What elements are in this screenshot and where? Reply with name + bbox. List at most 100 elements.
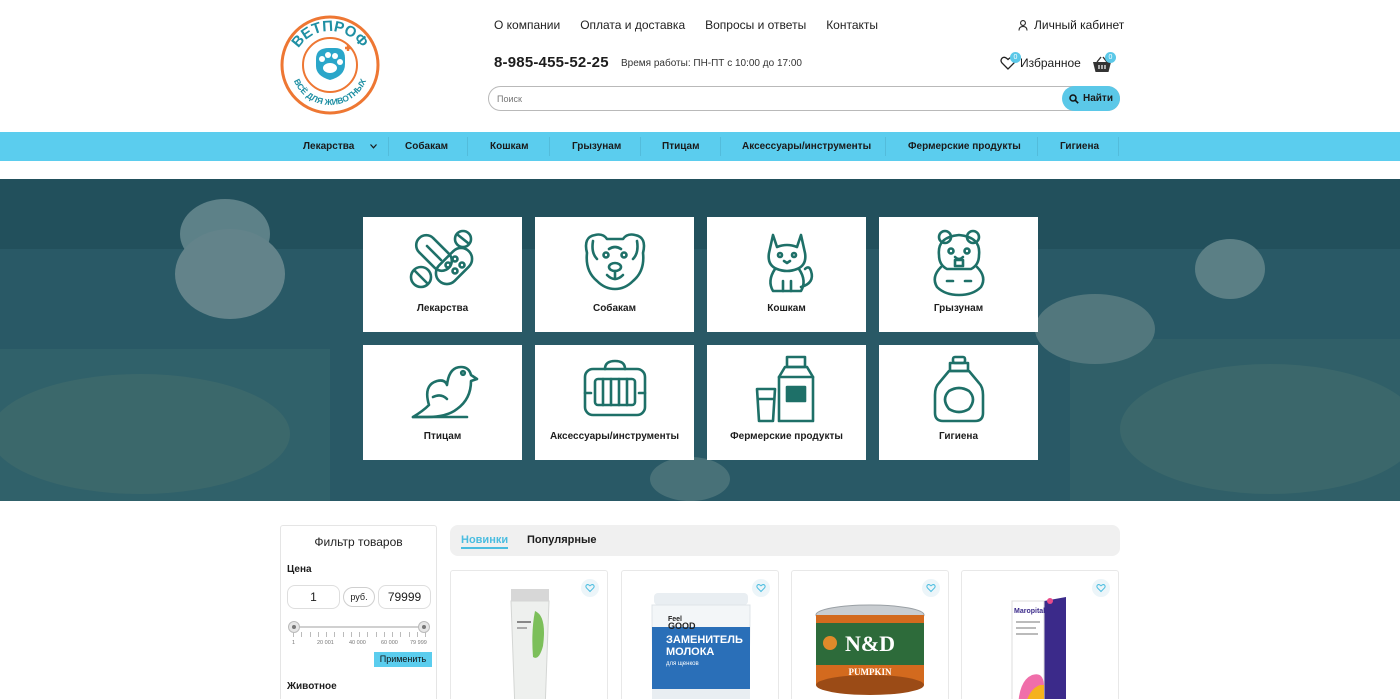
slider-tick <box>425 632 426 637</box>
add-to-favorites-button[interactable] <box>922 579 940 597</box>
cat-nav-farm-products[interactable]: Фермерские продукты <box>908 132 1021 161</box>
product-label-text: МОЛОКА <box>666 646 714 658</box>
slider-tick <box>383 632 385 637</box>
favorites-count-badge: 0 <box>1010 52 1021 63</box>
slider-tick <box>367 632 369 637</box>
nav-payment-delivery[interactable]: Оплата и доставка <box>580 18 685 32</box>
product-label-text: PUMPKIN <box>849 667 892 677</box>
tab-new[interactable]: Новинки <box>461 534 509 549</box>
category-tile-farm-products[interactable]: Фермерские продукты <box>707 345 866 460</box>
product-card[interactable]: N&D PUMPKIN <box>791 570 949 699</box>
cat-nav-medicines[interactable]: Лекарства <box>303 132 354 161</box>
price-slider-track[interactable] <box>293 626 425 628</box>
slider-tick <box>309 632 311 637</box>
bird-icon <box>411 365 479 419</box>
product-card[interactable]: Feel GOOD ЗАМЕНИТЕЛЬ МОЛОКА для щенков <box>621 570 779 699</box>
search-button-label: Найти <box>1083 93 1113 104</box>
category-tile-label: Собакам <box>592 303 637 314</box>
soap-bottle-icon <box>933 355 985 423</box>
animal-filter-label: Животное <box>287 681 337 692</box>
price-label: Цена <box>287 564 312 575</box>
category-tile-label: Лекарства <box>416 303 469 314</box>
product-card[interactable] <box>450 570 608 699</box>
search-button[interactable]: Найти <box>1062 86 1120 111</box>
heart-icon <box>585 584 595 593</box>
category-tile-dogs[interactable]: Собакам <box>535 217 694 332</box>
product-label-text: ЗАМЕНИТЕЛЬ <box>666 634 743 646</box>
chevron-down-icon[interactable] <box>370 144 377 149</box>
cat-nav-hygiene[interactable]: Гигиена <box>1060 132 1099 161</box>
price-scale-label: 79 999 <box>410 640 427 646</box>
slider-tick <box>375 632 377 637</box>
search-bar: Найти <box>488 86 1120 111</box>
nav-about[interactable]: О компании <box>494 18 560 32</box>
product-label-text: Maropital <box>1014 608 1045 615</box>
slider-tick <box>326 632 327 637</box>
category-tile-hygiene[interactable]: Гигиена <box>879 345 1038 460</box>
slider-tick <box>400 632 402 637</box>
product-filter-panel: Фильтр товаров Цена 1 руб. 79999 1 20 00… <box>280 525 437 699</box>
slider-tick <box>334 632 336 637</box>
category-tile-cats[interactable]: Кошкам <box>707 217 866 332</box>
nav-faq[interactable]: Вопросы и ответы <box>705 18 806 32</box>
add-to-favorites-button[interactable] <box>581 579 599 597</box>
account-link[interactable]: Личный кабинет <box>1018 18 1124 32</box>
slider-tick <box>392 632 393 637</box>
price-scale-labels: 1 20 001 40 000 60 000 79 999 <box>289 640 433 648</box>
slider-tick <box>301 632 303 637</box>
price-min-input[interactable]: 1 <box>287 585 340 609</box>
category-tile-accessories[interactable]: Аксессуары/инструменты <box>535 345 694 460</box>
category-tile-rodents[interactable]: Грызунам <box>879 217 1038 332</box>
category-tile-label: Птицам <box>423 431 462 442</box>
apply-filter-button[interactable]: Применить <box>374 652 432 667</box>
add-to-favorites-button[interactable] <box>1092 579 1110 597</box>
top-navigation: О компании Оплата и доставка Вопросы и о… <box>494 18 878 32</box>
category-tile-birds[interactable]: Птицам <box>363 345 522 460</box>
product-label-text: GOOD <box>668 621 696 631</box>
cart-count-badge: 0 <box>1105 52 1116 63</box>
category-tile-label: Кошкам <box>767 303 806 314</box>
pills-icon <box>409 229 474 289</box>
heart-icon <box>756 584 766 593</box>
category-tile-label: Гигиена <box>938 431 979 442</box>
tab-popular[interactable]: Популярные <box>527 534 597 546</box>
work-hours: Время работы: ПН-ПТ с 10:00 до 17:00 <box>621 58 802 69</box>
search-input[interactable] <box>497 91 1057 107</box>
user-icon <box>1018 19 1028 31</box>
slider-tick <box>359 632 360 637</box>
category-nav-bar: Лекарства Собакам Кошкам Грызунам Птицам… <box>0 132 1400 161</box>
cat-nav-cats[interactable]: Кошкам <box>490 132 529 161</box>
farm-animals-background <box>0 179 1400 501</box>
slider-tick <box>416 632 418 637</box>
slider-tick <box>342 632 344 637</box>
price-scale-label: 60 000 <box>381 640 398 646</box>
category-tile-label: Грызунам <box>933 303 984 314</box>
product-tabs: Новинки Популярные <box>450 525 1120 556</box>
slider-tick <box>293 632 294 637</box>
category-tile-medicines[interactable]: Лекарства <box>363 217 522 332</box>
milk-icon <box>755 355 815 423</box>
cat-nav-accessories[interactable]: Аксессуары/инструменты <box>742 132 871 161</box>
category-tile-label: Фермерские продукты <box>730 431 843 442</box>
slider-tick <box>350 632 352 637</box>
add-to-favorites-button[interactable] <box>752 579 770 597</box>
heart-icon <box>926 584 936 593</box>
cat-icon <box>767 233 814 293</box>
price-scale-label: 1 <box>292 640 296 646</box>
product-card[interactable]: Maropital <box>961 570 1119 699</box>
price-slider-ticks <box>293 632 426 637</box>
nav-contacts[interactable]: Контакты <box>826 18 878 32</box>
cat-nav-dogs[interactable]: Собакам <box>405 132 448 161</box>
price-scale-label: 40 000 <box>349 640 366 646</box>
site-header: ВЕТПРОФ ВСЁ ДЛЯ ЖИВОТНЫХ О компании Опла… <box>0 0 1400 132</box>
price-max-input[interactable]: 79999 <box>378 585 431 609</box>
phone-number[interactable]: 8-985-455-52-25 <box>494 54 609 71</box>
pet-carrier-icon <box>583 359 647 417</box>
account-label: Личный кабинет <box>1034 18 1125 32</box>
favorites-label: Избранное <box>1020 56 1081 70</box>
vetprof-logo[interactable]: ВЕТПРОФ ВСЁ ДЛЯ ЖИВОТНЫХ <box>279 14 381 116</box>
cat-nav-birds[interactable]: Птицам <box>662 132 699 161</box>
cat-nav-rodents[interactable]: Грызунам <box>572 132 621 161</box>
heart-icon <box>1096 584 1106 593</box>
product-label-text: для щенков <box>666 661 699 667</box>
